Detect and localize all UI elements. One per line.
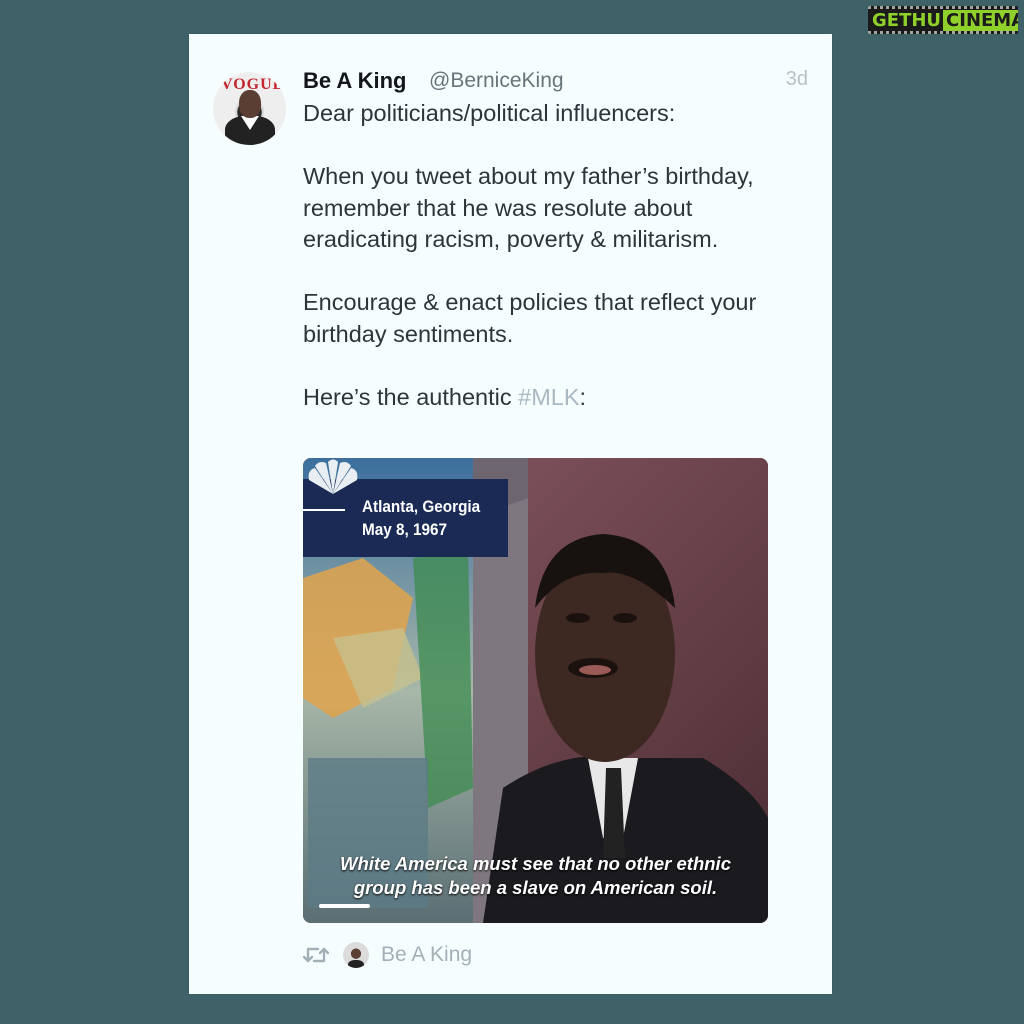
retweet-footer: Be A King bbox=[303, 940, 472, 970]
user-handle[interactable]: @BerniceKing bbox=[429, 69, 564, 93]
tweet-paragraph: Dear politicians/political influencers: bbox=[303, 100, 676, 126]
location-date: May 8, 1967 bbox=[362, 520, 448, 539]
watermark-left-text: GETHU bbox=[872, 9, 942, 31]
closing-suffix: : bbox=[579, 383, 587, 410]
nbc-peacock-icon bbox=[308, 459, 358, 494]
caption-line-2: group has been a slave on American soil. bbox=[353, 877, 718, 898]
tweet-body: Dear politicians/political influencers: … bbox=[303, 98, 803, 445]
avatar-face bbox=[239, 90, 261, 118]
video-progress-bar[interactable] bbox=[319, 904, 370, 908]
user-avatar[interactable]: VOGUE bbox=[213, 72, 286, 145]
retweeted-by-name[interactable]: Be A King bbox=[381, 943, 472, 967]
video-caption: White America must see that no other eth… bbox=[323, 852, 748, 900]
tweet-timestamp[interactable]: 3d bbox=[786, 68, 808, 91]
caption-line-1: White America must see that no other eth… bbox=[340, 853, 731, 874]
gethu-cinema-watermark: GETHU CINEMA bbox=[868, 6, 1018, 34]
retweet-icon[interactable] bbox=[303, 945, 329, 965]
location-accent-line bbox=[303, 509, 345, 511]
hashtag-link[interactable]: #MLK bbox=[518, 384, 579, 410]
closing-prefix: Here’s the authentic bbox=[303, 383, 519, 410]
display-name[interactable]: Be A King bbox=[303, 68, 406, 94]
tweet-paragraph: When you tweet about my father’s birthda… bbox=[303, 163, 754, 252]
video-player[interactable]: Atlanta, Georgia May 8, 1967 White Ameri… bbox=[303, 458, 768, 923]
tweet-card[interactable]: VOGUE Be A King @BerniceKing 3d Dear pol… bbox=[189, 34, 832, 994]
retweeter-avatar[interactable] bbox=[343, 942, 369, 968]
tweet-paragraph: Encourage & enact policies that reflect … bbox=[303, 289, 757, 347]
location-city: Atlanta, Georgia bbox=[362, 497, 481, 516]
film-strip-bottom bbox=[868, 31, 1018, 34]
watermark-right-text: CINEMA bbox=[943, 9, 1018, 31]
tweet-closing: Here’s the authentic #MLK: bbox=[303, 382, 803, 414]
film-strip-top bbox=[868, 6, 1018, 9]
